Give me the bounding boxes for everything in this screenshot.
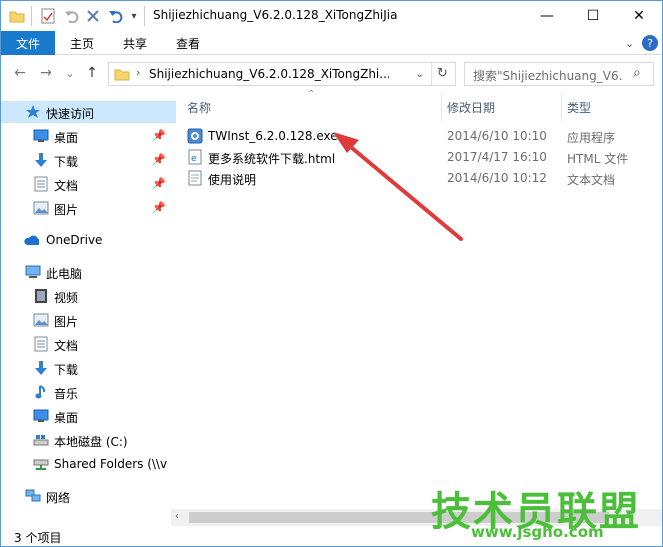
explorer-window: ▾ Shijiezhichuang_V6.2.0.128_XiTongZhiJi…	[0, 0, 663, 547]
scroll-left-icon[interactable]: ‹	[175, 511, 179, 522]
watermark-url: www.jsgho.com	[471, 523, 604, 541]
annotation-arrow	[333, 132, 463, 241]
item-count: 3 个项目	[14, 531, 62, 545]
